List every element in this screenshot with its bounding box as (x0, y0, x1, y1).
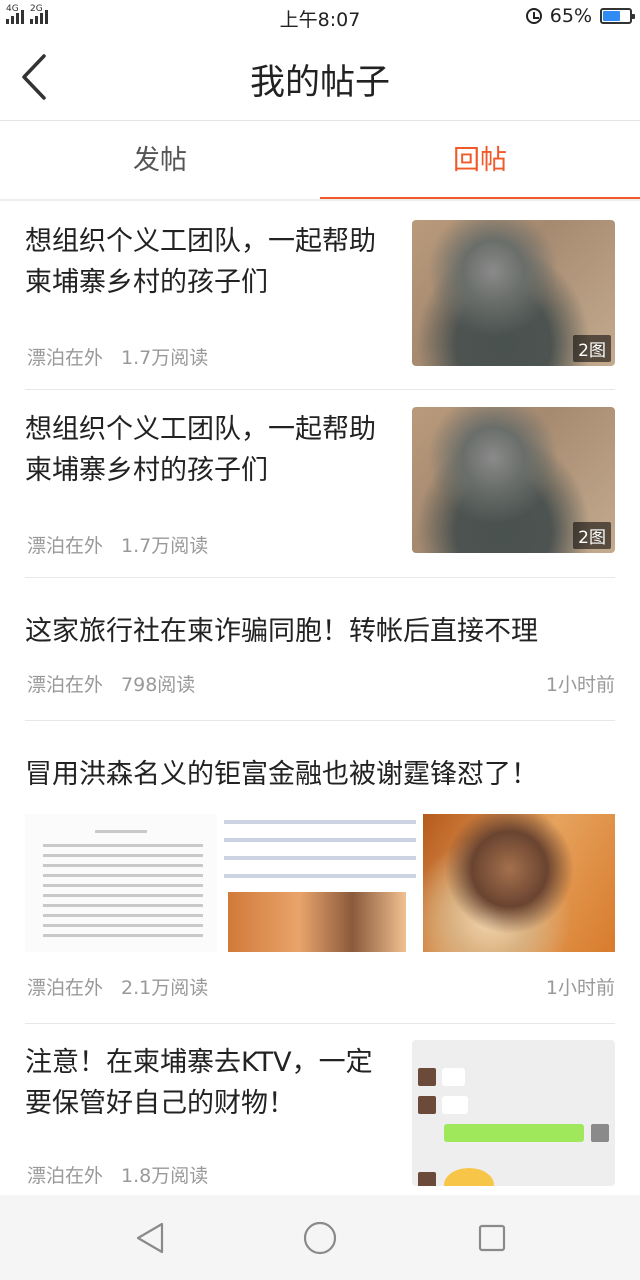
battery-percent: 65% (549, 5, 592, 27)
post-feed: 想组织个义工团队，一起帮助柬埔寨乡村的孩子们 漂泊在外 1.7万阅读 2图 想组织… (0, 203, 640, 1199)
nav-home-button[interactable] (302, 1220, 338, 1256)
post-meta: 漂泊在外 1.7万阅读 (27, 531, 226, 558)
screenshot-image[interactable] (224, 814, 416, 952)
post-meta: 漂泊在外 2.1万阅读 (27, 973, 226, 1000)
post-reads: 2.1万阅读 (121, 977, 209, 999)
post-item[interactable]: 想组织个义工团队，一起帮助柬埔寨乡村的孩子们 漂泊在外 1.7万阅读 2图 (25, 203, 615, 390)
status-bar: 4G 2G 上午8:07 65% (0, 0, 640, 34)
image-count-badge: 2图 (573, 522, 611, 549)
post-meta: 漂泊在外 798阅读 (27, 670, 213, 697)
post-thumbnail[interactable]: 2图 (412, 407, 615, 553)
post-author: 漂泊在外 (27, 977, 104, 999)
post-title[interactable]: 想组织个义工团队，一起帮助柬埔寨乡村的孩子们 (25, 409, 397, 491)
post-item[interactable]: 注意！在柬埔寨去KTV，一定要保管好自己的财物！ 漂泊在外 1.8万阅读 (25, 1024, 615, 1199)
post-title[interactable]: 这家旅行社在柬诈骗同胞！转帐后直接不理 (25, 611, 615, 652)
recents-square-icon (478, 1224, 506, 1252)
post-time: 1小时前 (545, 674, 615, 696)
post-title[interactable]: 注意！在柬埔寨去KTV，一定要保管好自己的财物！ (25, 1042, 397, 1124)
alarm-icon (525, 8, 542, 24)
post-author: 漂泊在外 (27, 535, 104, 557)
post-meta: 漂泊在外 1.7万阅读 (27, 343, 226, 370)
tab-posts[interactable]: 发帖 (0, 121, 320, 201)
post-reads: 1.8万阅读 (121, 1165, 209, 1187)
post-title[interactable]: 想组织个义工团队，一起帮助柬埔寨乡村的孩子们 (25, 221, 397, 303)
tab-replies[interactable]: 回帖 (320, 121, 640, 201)
battery-icon (600, 8, 635, 24)
post-author: 漂泊在外 (27, 1165, 104, 1187)
person-photo[interactable] (423, 814, 615, 952)
system-nav-bar (0, 1195, 640, 1280)
page-title: 我的帖子 (249, 63, 390, 103)
post-author: 漂泊在外 (27, 674, 104, 696)
document-image[interactable] (25, 814, 217, 952)
post-item[interactable]: 想组织个义工团队，一起帮助柬埔寨乡村的孩子们 漂泊在外 1.7万阅读 2图 (25, 390, 615, 578)
post-thumbnail[interactable]: 2图 (412, 220, 615, 366)
post-title[interactable]: 冒用洪森名义的钜富金融也被谢霆锋怼了！ (25, 754, 615, 795)
post-thumbnail[interactable] (412, 1040, 615, 1186)
post-item[interactable]: 冒用洪森名义的钜富金融也被谢霆锋怼了！ 漂泊在外 2.1万阅读 1小时前 (25, 721, 615, 1024)
tab-bar: 发帖 回帖 (0, 121, 640, 201)
tab-divider (0, 199, 640, 201)
image-count-badge: 2图 (573, 335, 611, 362)
post-reads: 798阅读 (121, 674, 196, 696)
chat-screenshot-image (412, 1040, 615, 1186)
nav-recents-button[interactable] (474, 1220, 510, 1256)
post-time: 1小时前 (545, 977, 615, 999)
battery-fill (603, 11, 620, 21)
post-author: 漂泊在外 (27, 347, 104, 369)
post-meta: 漂泊在外 1.8万阅读 (27, 1161, 226, 1188)
post-reads: 1.7万阅读 (121, 347, 209, 369)
title-bar: 我的帖子 (0, 34, 640, 121)
home-circle-icon (303, 1221, 337, 1255)
nav-back-button[interactable] (132, 1220, 168, 1256)
post-image-row (25, 814, 615, 952)
post-reads: 1.7万阅读 (121, 535, 209, 557)
back-triangle-icon (136, 1222, 164, 1254)
post-item[interactable]: 这家旅行社在柬诈骗同胞！转帐后直接不理 漂泊在外 798阅读 1小时前 (25, 578, 615, 721)
status-right: 65% (525, 5, 635, 27)
